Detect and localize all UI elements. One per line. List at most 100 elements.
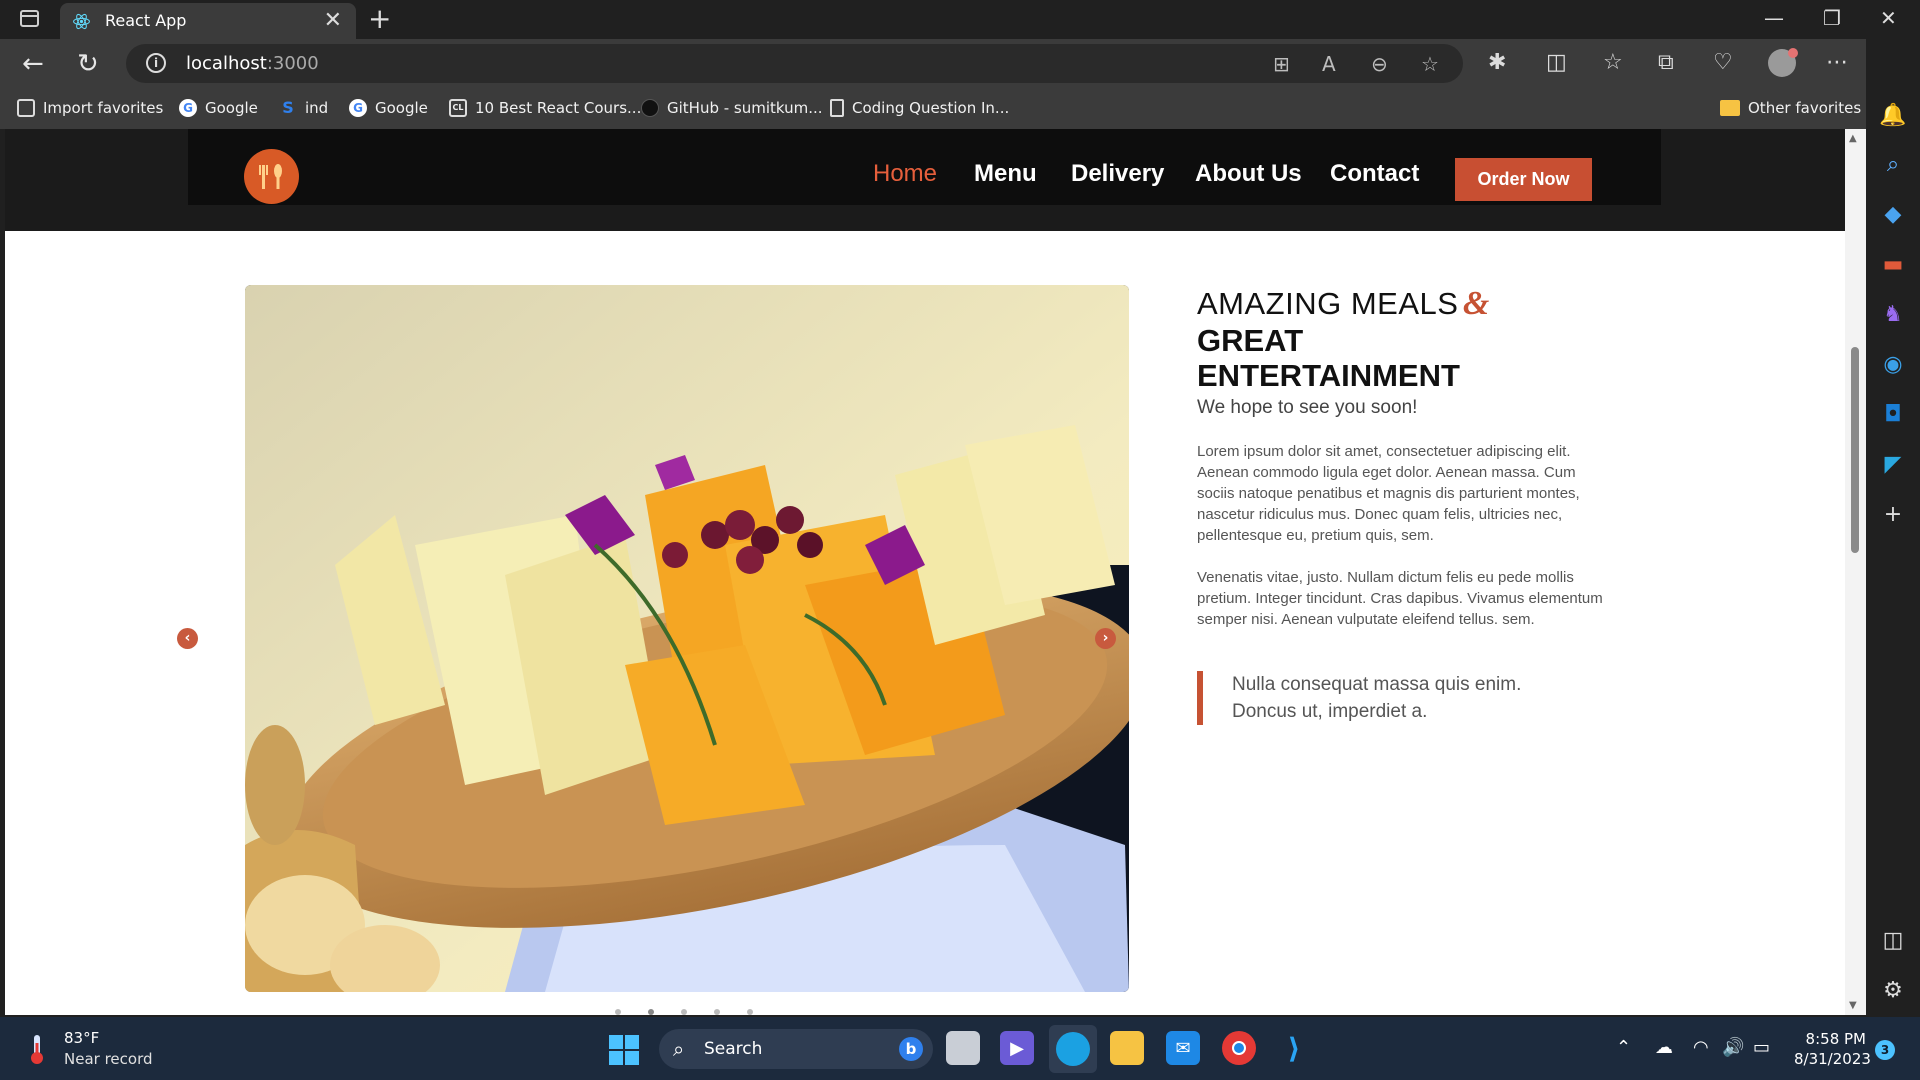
refresh-icon[interactable]: ↻	[77, 49, 99, 79]
carousel-prev-button[interactable]: ‹	[177, 628, 198, 649]
browser-essentials-icon[interactable]: ♡	[1713, 50, 1733, 75]
add-icon[interactable]: +	[1866, 502, 1920, 527]
zoom-icon[interactable]: ⊖	[1371, 52, 1388, 76]
nav-delivery[interactable]: Delivery	[1071, 160, 1164, 188]
profile-avatar[interactable]	[1768, 48, 1798, 77]
games-icon[interactable]: ♞	[1866, 302, 1920, 327]
bell-icon[interactable]: 🔔	[1866, 103, 1920, 128]
bing-icon[interactable]: b	[899, 1037, 923, 1061]
mail-icon[interactable]: ✉	[1166, 1031, 1200, 1065]
task-view-icon[interactable]	[946, 1031, 980, 1065]
search-label: Search	[704, 1039, 763, 1059]
teams-chat-icon[interactable]: ▶	[1000, 1031, 1034, 1065]
carousel-dot[interactable]	[714, 1009, 720, 1015]
edge-taskbar-icon[interactable]	[1049, 1025, 1097, 1073]
battery-icon[interactable]: ▭	[1753, 1037, 1770, 1058]
fav-react-courses[interactable]: CL 10 Best React Cours...	[449, 99, 641, 117]
collections-icon[interactable]: ⧉	[1658, 50, 1674, 75]
drop-icon[interactable]: ◤	[1866, 452, 1920, 477]
nav-about-us[interactable]: About Us	[1195, 160, 1302, 188]
shopping-icon[interactable]: ◆	[1866, 202, 1920, 227]
fav-google-2[interactable]: G Google	[349, 99, 428, 117]
fav-label: Google	[375, 99, 428, 117]
hero-paragraph-2: Venenatis vitae, justo. Nullam dictum fe…	[1197, 569, 1603, 628]
url-text: localhost:3000	[186, 53, 319, 74]
restaurant-logo[interactable]	[244, 149, 299, 204]
app-available-icon[interactable]: ⊞	[1273, 52, 1290, 76]
chrome-icon[interactable]	[1222, 1031, 1256, 1065]
settings-icon[interactable]: ⚙	[1866, 978, 1920, 1003]
folder-icon	[1720, 100, 1740, 116]
file-explorer-icon[interactable]	[1110, 1031, 1144, 1065]
fav-label: Coding Question In...	[852, 99, 1010, 117]
restore-icon[interactable]: ❐	[1823, 6, 1841, 30]
page-icon	[830, 99, 844, 117]
carousel-dot[interactable]	[615, 1009, 621, 1015]
site-navbar: Home Menu Delivery About Us Contact Orde…	[188, 129, 1661, 205]
read-aloud-icon[interactable]: A	[1322, 52, 1336, 76]
scroll-down-icon[interactable]: ▼	[1849, 1000, 1857, 1011]
carousel-dot[interactable]	[747, 1009, 753, 1015]
address-bar[interactable]: i localhost:3000 ⊞ A ⊖ ☆	[126, 44, 1463, 83]
extensions-icon[interactable]: ✱	[1488, 50, 1506, 75]
weather-temperature[interactable]: 83°F	[64, 1029, 99, 1047]
browser-tab[interactable]: React App ✕	[60, 3, 356, 39]
hide-sidebar-icon[interactable]: ◫	[1866, 928, 1920, 953]
onedrive-icon[interactable]: ☁	[1655, 1037, 1673, 1058]
scroll-thumb[interactable]	[1851, 347, 1859, 553]
carousel-dot[interactable]	[681, 1009, 687, 1015]
volume-icon[interactable]: 🔊	[1722, 1037, 1744, 1058]
other-favorites[interactable]: Other favorites	[1720, 99, 1861, 117]
hero-title-line1: AMAZING MEALS &	[1197, 285, 1617, 323]
search-icon: ⌕	[673, 1037, 685, 1061]
start-icon[interactable]	[609, 1035, 639, 1065]
new-tab-icon[interactable]: +	[368, 2, 391, 35]
page-scrollbar[interactable]: ▲ ▼	[1845, 129, 1866, 1015]
favorites-icon[interactable]: ☆	[1603, 50, 1623, 75]
react-icon	[73, 13, 90, 30]
carousel-dot[interactable]	[648, 1009, 654, 1015]
favorite-star-icon[interactable]: ☆	[1421, 52, 1439, 76]
thermometer-icon[interactable]	[26, 1033, 48, 1065]
search-icon[interactable]: ⌕	[1866, 152, 1920, 177]
vscode-icon[interactable]: ⟩	[1277, 1031, 1311, 1065]
edge-icon	[1056, 1032, 1090, 1066]
fav-github[interactable]: GitHub - sumitkum...	[641, 99, 823, 117]
windows-taskbar: 83°F Near record ⌕ Search b ▶ ✉ ⟩ ⌃ ☁ ◠ …	[0, 1017, 1920, 1080]
fav-coding-question[interactable]: Coding Question In...	[830, 99, 1009, 117]
fav-label: Import favorites	[43, 99, 164, 117]
clock-date: 8/31/2023	[1794, 1050, 1871, 1068]
microsoft-365-icon[interactable]: ◉	[1866, 352, 1920, 377]
tools-icon[interactable]: ▬	[1866, 252, 1920, 277]
fav-google-1[interactable]: G Google	[179, 99, 258, 117]
nav-contact[interactable]: Contact	[1330, 160, 1419, 188]
fav-ind[interactable]: S ind	[279, 99, 328, 118]
chrome-center-icon	[1232, 1041, 1246, 1055]
back-icon[interactable]: ←	[22, 49, 44, 79]
hero-title-line2: GREAT	[1197, 323, 1304, 358]
show-hidden-icons-icon[interactable]: ⌃	[1616, 1037, 1631, 1058]
taskbar-clock[interactable]: 8:58 PM 8/31/2023	[1794, 1029, 1871, 1069]
notification-badge[interactable]: 3	[1875, 1040, 1895, 1060]
tab-actions-icon[interactable]	[20, 10, 39, 27]
more-options-icon[interactable]: ⋯	[1826, 50, 1848, 75]
carousel-next-button[interactable]: ›	[1095, 628, 1116, 649]
close-window-icon[interactable]: ✕	[1880, 6, 1897, 30]
tab-bar: React App ✕ + — ❐ ✕	[0, 0, 1920, 39]
minimize-icon[interactable]: —	[1764, 6, 1784, 30]
site-info-icon[interactable]: i	[146, 53, 166, 73]
address-toolbar: ← ↻ i localhost:3000 ⊞ A ⊖ ☆ ✱ ◫ ☆ ⧉ ♡ ⋯…	[0, 39, 1920, 91]
fav-import[interactable]: Import favorites	[17, 99, 163, 117]
nav-menu[interactable]: Menu	[974, 160, 1037, 188]
split-screen-icon[interactable]: ◫	[1546, 50, 1567, 75]
order-now-button[interactable]: Order Now	[1455, 158, 1592, 201]
carousel-image	[245, 285, 1129, 992]
wifi-icon[interactable]: ◠	[1693, 1037, 1709, 1058]
outlook-icon[interactable]: ◘	[1866, 402, 1920, 427]
other-favorites-label: Other favorites	[1748, 99, 1862, 117]
nav-home[interactable]: Home	[873, 160, 937, 188]
taskbar-search[interactable]: ⌕ Search b	[659, 1029, 933, 1069]
close-tab-icon[interactable]: ✕	[324, 8, 342, 33]
scroll-up-icon[interactable]: ▲	[1849, 133, 1857, 144]
weather-status[interactable]: Near record	[64, 1050, 153, 1068]
